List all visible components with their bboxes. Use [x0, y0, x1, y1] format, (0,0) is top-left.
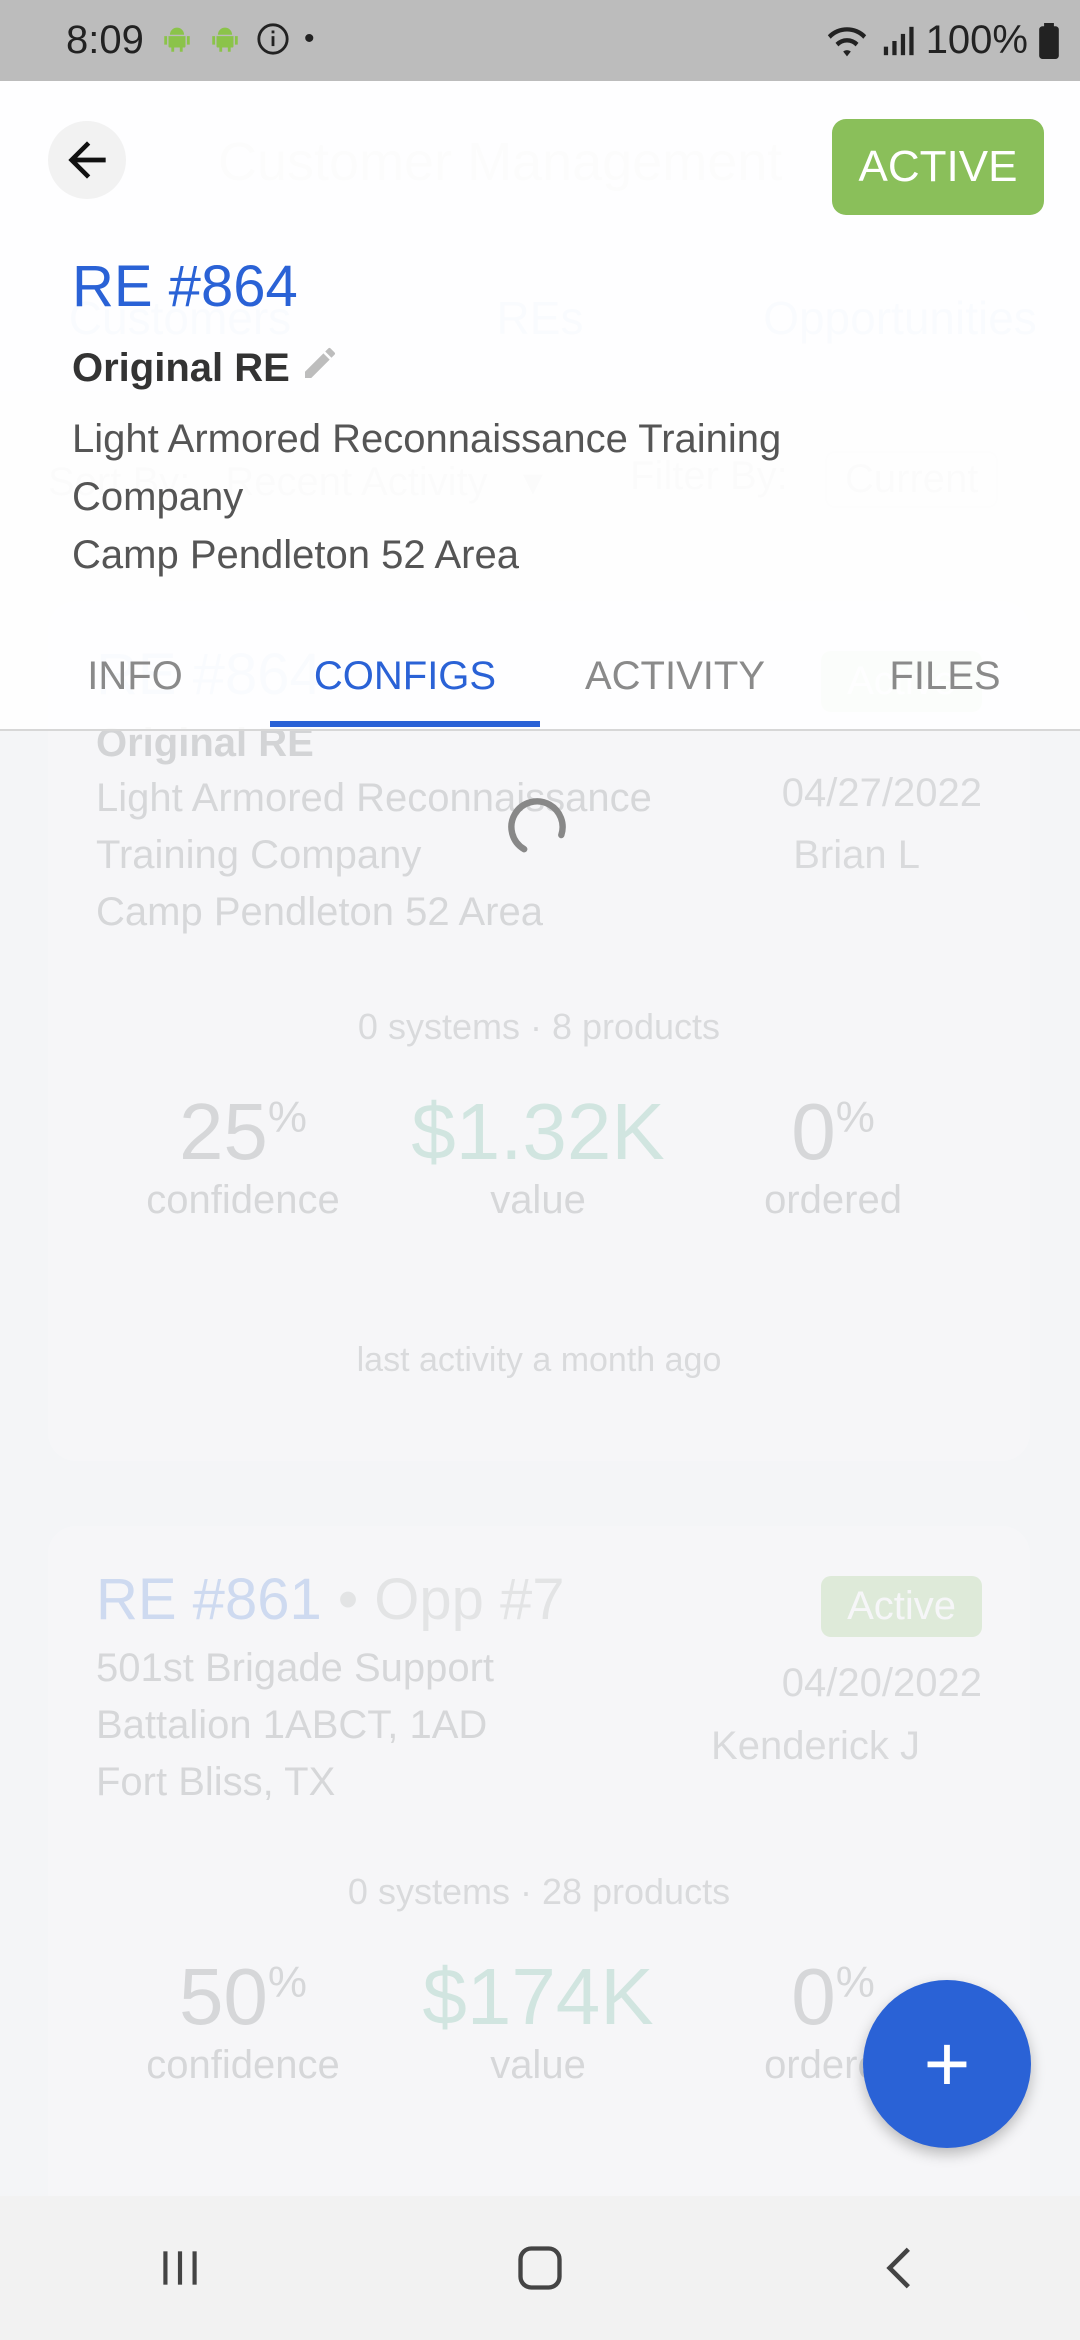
bg-card-confidence: 50% confidence [93, 1951, 393, 2088]
bg-card-line: Fort Bliss, TX [96, 1760, 336, 1804]
plus-icon: + [923, 2019, 971, 2108]
home-icon [518, 2246, 562, 2290]
bg-ordered-value: 0 [791, 1952, 836, 2041]
battery-percent: 100% [925, 18, 1028, 62]
bg-card-value: $1.32K value [388, 1086, 688, 1223]
bg-card-re: RE #861 [96, 1567, 322, 1632]
status-notification-icons: • [160, 22, 315, 56]
re-title: RE #864 [72, 254, 298, 319]
status-dot: • [304, 22, 315, 55]
chevron-left-icon [886, 2247, 910, 2289]
bg-confidence-label: confidence [146, 1178, 340, 1222]
bg-card-date: 04/27/2022 [781, 771, 982, 815]
android-icon [164, 27, 190, 52]
bg-card: RE #861 • Opp #7 Active 501st Brigade Su… [48, 1526, 1030, 2226]
re-description-line: Light Armored Reconnaissance Training [72, 417, 782, 461]
re-detail-header: ACTIVE RE #864 Original RE Light Armored… [0, 81, 1080, 731]
tab-configs[interactable]: CONFIGS [270, 621, 540, 731]
loading-spinner-icon [508, 798, 566, 856]
tab-info[interactable]: INFO [0, 621, 270, 731]
bg-card-title: RE #861 • Opp #7 [96, 1566, 565, 1633]
status-time: 8:09 [66, 18, 144, 62]
add-button[interactable]: + [863, 1980, 1031, 2148]
status-badge[interactable]: ACTIVE [832, 119, 1044, 215]
bg-confidence-value: 25 [178, 1087, 268, 1176]
bg-value-amount: $1.32K [411, 1087, 665, 1176]
bg-card-line: Camp Pendleton 52 Area [96, 890, 543, 934]
bg-card-opp: • Opp #7 [337, 1567, 565, 1632]
re-description-line: Company [72, 475, 244, 519]
bg-card-confidence: 25% confidence [93, 1086, 393, 1223]
bg-card-last-activity: last activity a month ago [356, 1341, 722, 1379]
re-location: Camp Pendleton 52 Area [72, 533, 519, 577]
wifi-icon [827, 26, 866, 56]
status-right: 100% [824, 18, 1060, 63]
bg-value-label: value [490, 2043, 586, 2087]
bg-card-summary: 0 systems · 28 products [347, 1871, 731, 1912]
tab-files[interactable]: FILES [810, 621, 1080, 731]
info-icon [257, 23, 289, 55]
home-button[interactable] [480, 2208, 600, 2328]
bg-confidence-value: 50 [178, 1952, 268, 2041]
status-bar: 8:09 • 100% [0, 0, 1080, 81]
re-subtitle: Original RE [72, 345, 290, 390]
recent-apps-button[interactable] [120, 2208, 240, 2328]
bg-card-line: Training Company [96, 833, 422, 877]
bg-confidence-unit: % [267, 1957, 308, 2007]
bg-value-amount: $174K [422, 1952, 654, 2041]
bg-card-user: Brian L [793, 833, 920, 877]
bg-value-label: value [490, 1178, 586, 1222]
tab-activity[interactable]: ACTIVITY [540, 621, 810, 731]
back-button[interactable] [48, 121, 126, 199]
bg-card-summary: 0 systems · 8 products [357, 1006, 721, 1047]
bg-confidence-label: confidence [146, 2043, 340, 2087]
battery-icon [1039, 22, 1059, 59]
bg-ordered-label: ordered [764, 1178, 902, 1222]
bg-card-ordered: 0% ordered [683, 1086, 983, 1223]
bg-confidence-unit: % [267, 1092, 308, 1142]
signal-icon [883, 26, 914, 55]
arrow-left-icon [68, 141, 106, 179]
system-nav-bar [0, 2196, 1080, 2340]
bg-card-value: $174K value [388, 1951, 688, 2088]
bg-card-line: Battalion 1ABCT, 1AD [96, 1703, 488, 1747]
re-subtitle-row: Original RE [72, 343, 340, 393]
edit-pencil-icon[interactable] [300, 343, 340, 393]
android-icon [212, 27, 238, 52]
bg-card-date: 04/20/2022 [781, 1661, 982, 1705]
tab-indicator [270, 721, 540, 727]
bg-ordered-value: 0 [791, 1087, 836, 1176]
back-nav-button[interactable] [840, 2208, 960, 2328]
bg-card-line: 501st Brigade Support [96, 1646, 495, 1690]
recent-apps-icon [163, 2251, 197, 2285]
bg-card-user: Kenderick J [711, 1724, 920, 1768]
detail-tabs: INFO CONFIGS ACTIVITY FILES [0, 621, 1080, 731]
bg-card-status: Active [821, 1576, 982, 1637]
bg-ordered-unit: % [835, 1957, 875, 2007]
bg-ordered-unit: % [835, 1092, 875, 1142]
